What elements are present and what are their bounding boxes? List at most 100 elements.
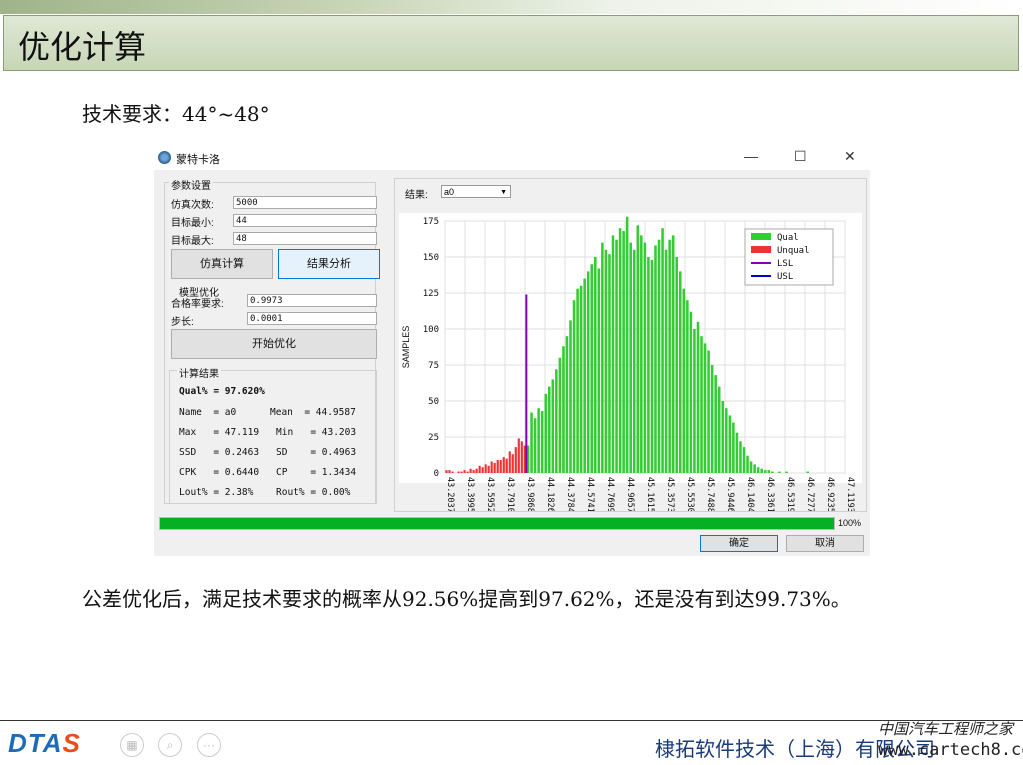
qual-bar <box>562 346 565 473</box>
qual-bar <box>710 365 714 473</box>
qual-percent: Qual% = 97.620% <box>179 386 265 397</box>
x-tick-label: 45.7488 <box>705 477 715 511</box>
qual-bar <box>597 268 601 473</box>
stat-lout: Lout% = 2.38% <box>179 487 254 498</box>
qual-bar <box>675 257 679 473</box>
unqual-bar <box>463 470 466 473</box>
qual-bar <box>725 408 728 473</box>
sim-count-input[interactable]: 5000 <box>233 196 377 209</box>
stat-rout: Rout% = 0.00% <box>276 487 351 498</box>
y-axis-label: SAMPLES <box>401 326 411 369</box>
unqual-bar <box>466 471 469 473</box>
x-tick-label: 44.1826 <box>545 477 555 511</box>
pass-rate-label: 合格率要求: <box>171 299 224 310</box>
pass-rate-input[interactable]: 0.9973 <box>247 294 377 307</box>
x-tick-label: 46.9235 <box>825 477 835 511</box>
step-label: 步长: <box>171 317 194 328</box>
result-select-value: a0 <box>444 187 455 197</box>
qual-bar <box>785 471 788 473</box>
y-tick-label: 125 <box>423 289 439 299</box>
qual-bar <box>533 418 537 473</box>
zoom-icon[interactable]: ⌕ <box>158 733 182 757</box>
app-icon <box>158 151 171 164</box>
qual-bar <box>636 225 640 473</box>
qual-bar <box>611 235 615 473</box>
qual-bar <box>689 311 693 473</box>
cancel-button[interactable]: 取消 <box>786 535 864 552</box>
x-tick-label: 45.9446 <box>725 477 735 511</box>
stat-max: Max = 47.119 <box>179 427 260 438</box>
y-tick-label: 50 <box>428 397 439 407</box>
monte-carlo-window: 蒙特卡洛 — ☐ ✕ 参数设置 仿真次数: 5000 目标最小: 44 目标最大… <box>154 146 870 556</box>
stat-cpk: CPK = 0.6440 <box>179 467 260 478</box>
unqual-bar <box>460 471 463 473</box>
optimize-button[interactable]: 开始优化 <box>171 329 377 359</box>
x-tick-label: 45.3573 <box>665 477 675 511</box>
x-tick-label: 44.7699 <box>605 477 615 511</box>
qual-bar <box>732 422 735 473</box>
qual-bar <box>622 231 625 473</box>
unqual-bar <box>499 460 502 473</box>
unqual-bar <box>511 454 514 473</box>
legend-label: Qual <box>777 233 799 243</box>
target-min-input[interactable]: 44 <box>233 214 377 227</box>
unqual-bar <box>457 471 460 473</box>
legend-label: USL <box>777 272 793 282</box>
qual-bar <box>657 239 661 473</box>
qual-bar <box>590 264 594 473</box>
qual-bar <box>586 271 590 473</box>
sim-count-label: 仿真次数: <box>171 200 214 211</box>
qual-bar <box>530 412 533 473</box>
stat-name: Name = a0 <box>179 407 237 418</box>
unqual-bar <box>517 438 520 473</box>
legend-label: Unqual <box>777 246 810 256</box>
qual-bar <box>615 239 618 473</box>
unqual-bar <box>520 441 523 473</box>
progress-fill <box>160 518 834 529</box>
qual-bar <box>601 242 604 473</box>
x-tick-label: 44.5741 <box>585 477 595 511</box>
target-max-label: 目标最大: <box>171 236 214 247</box>
qual-bar <box>678 271 682 473</box>
stat-ssd: SSD = 0.2463 <box>179 447 260 458</box>
target-max-input[interactable]: 48 <box>233 232 377 245</box>
qual-bar <box>579 285 583 473</box>
close-button[interactable]: ✕ <box>844 148 856 165</box>
qual-bar <box>661 228 664 473</box>
grid-icon[interactable]: ▦ <box>120 733 144 757</box>
qual-bar <box>654 245 657 473</box>
qual-bar <box>640 235 643 473</box>
stat-mean: Mean = 44.9587 <box>270 407 356 418</box>
slide-title: 优化计算 <box>18 28 147 66</box>
slide-top-gradient <box>0 0 1023 14</box>
unqual-bar <box>472 470 475 473</box>
unqual-bar <box>469 468 472 473</box>
qual-bar <box>594 257 597 473</box>
unqual-bar <box>487 465 490 473</box>
results-group-label: 计算结果 <box>177 365 221 380</box>
qual-bar <box>540 411 544 473</box>
minimize-button[interactable]: — <box>744 148 758 164</box>
step-input[interactable]: 0.0001 <box>247 312 377 325</box>
qual-bar <box>629 242 632 473</box>
stat-cp: CP = 1.3434 <box>276 467 357 478</box>
x-tick-label: 47.1193 <box>845 477 855 511</box>
logo-accent: S <box>62 728 81 758</box>
x-tick-label: 44.9657 <box>625 477 635 511</box>
x-tick-label: 43.2037 <box>445 477 455 511</box>
params-group-label: 参数设置 <box>169 177 213 192</box>
maximize-button[interactable]: ☐ <box>794 148 807 165</box>
ok-button[interactable]: 确定 <box>700 535 778 552</box>
simulate-button[interactable]: 仿真计算 <box>171 249 273 279</box>
legend-swatch <box>751 246 771 253</box>
requirement-text: 技术要求：44°~48° <box>82 102 270 126</box>
unqual-bar <box>445 470 448 473</box>
result-select[interactable]: a0 ▼ <box>441 185 511 198</box>
more-icon[interactable]: ··· <box>197 733 221 757</box>
unqual-bar <box>508 451 511 473</box>
unqual-bar <box>496 460 499 473</box>
qual-bar <box>686 300 689 473</box>
stat-min: Min = 43.203 <box>276 427 357 438</box>
unqual-bar <box>481 467 484 473</box>
analyze-button[interactable]: 结果分析 <box>278 249 380 279</box>
